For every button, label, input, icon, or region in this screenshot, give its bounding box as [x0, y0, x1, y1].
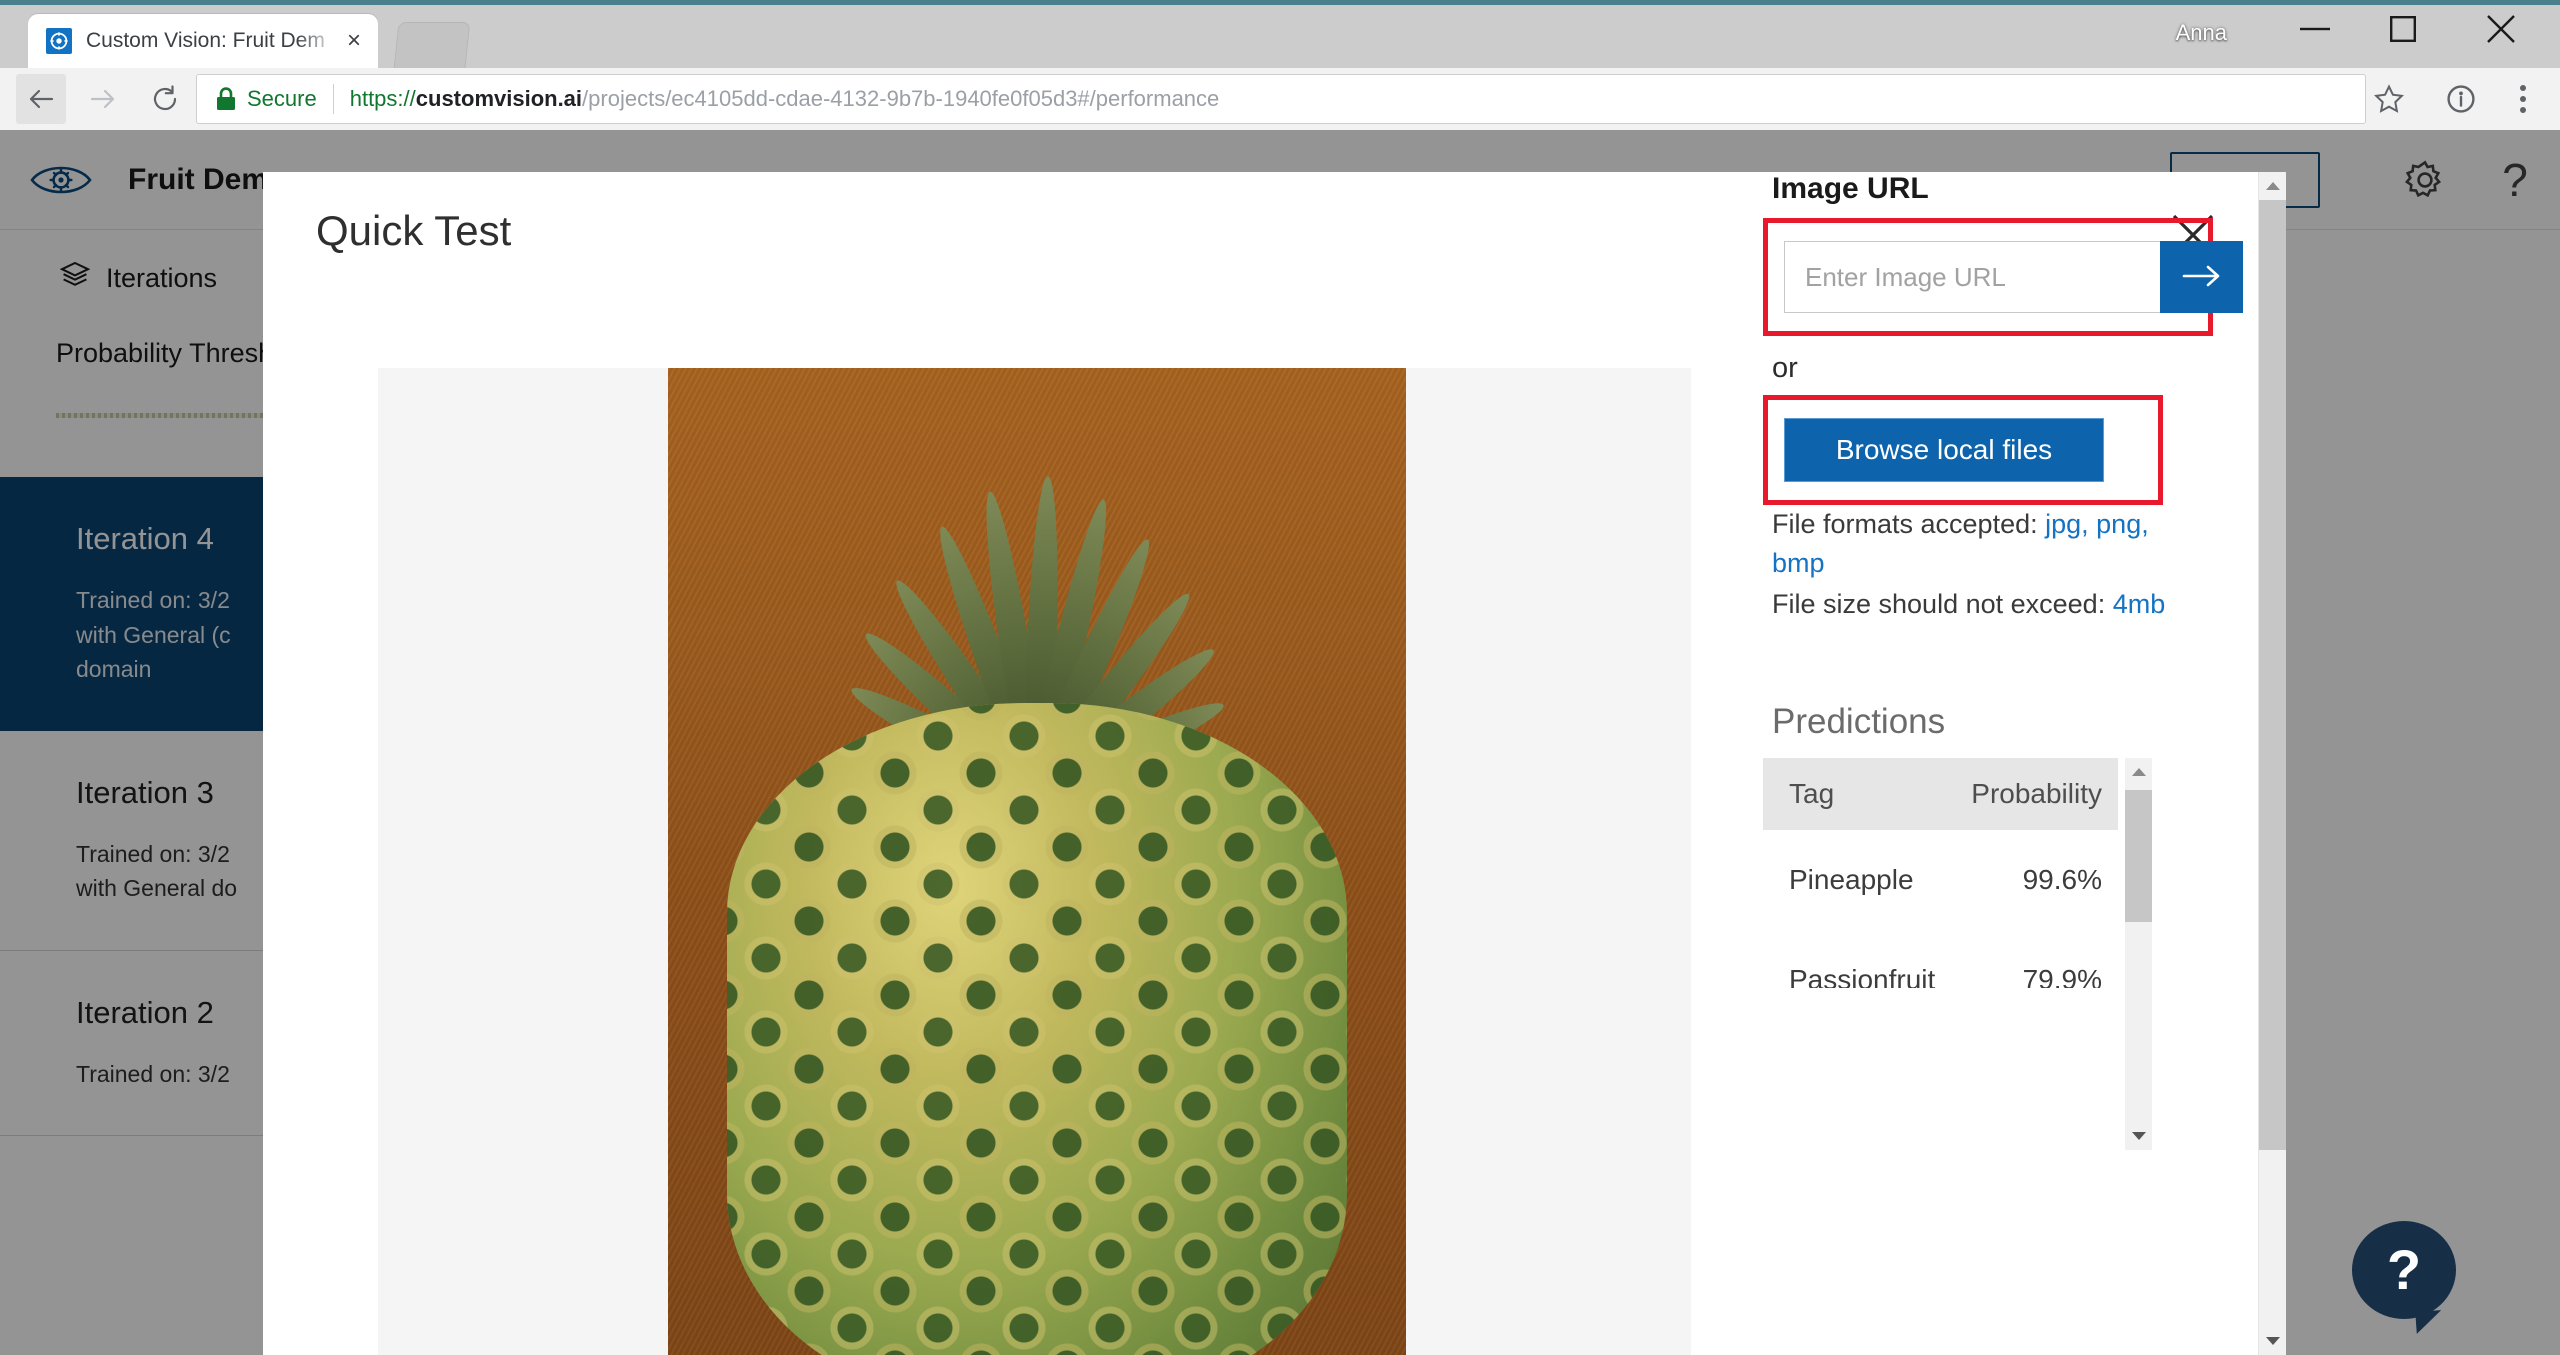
menu-dot — [2520, 96, 2526, 102]
back-arrow-icon[interactable] — [16, 74, 66, 124]
custom-vision-icon — [46, 28, 72, 54]
modal-title: Quick Test — [316, 207, 512, 254]
prediction-probability: 79.9% — [1954, 929, 2118, 988]
browse-local-files-button[interactable]: Browse local files — [1784, 418, 2104, 482]
table-row: Passionfruit 79.9% — [1763, 929, 2118, 988]
predictions-title: Predictions — [1772, 701, 1946, 741]
window-accent-bar — [0, 0, 2560, 5]
url-scheme: https:// — [349, 86, 416, 111]
or-separator-label: or — [1772, 352, 1798, 384]
help-bubble-glyph: ? — [2386, 1238, 2422, 1301]
window-close-button[interactable] — [2462, 0, 2540, 58]
browser-window: Custom Vision: Fruit Dem × Anna Secure h… — [0, 0, 2560, 1355]
prediction-probability: 99.6% — [1954, 829, 2118, 930]
image-url-label: Image URL — [1772, 172, 1929, 205]
url-text: https://customvision.ai/projects/ec4105d… — [350, 86, 1220, 112]
tab-close-icon[interactable]: × — [340, 29, 368, 53]
image-url-input[interactable] — [1784, 241, 2160, 313]
three-dot-menu-icon[interactable] — [2500, 76, 2546, 122]
reload-icon[interactable] — [140, 74, 190, 124]
prediction-tag: Passionfruit — [1763, 929, 1955, 988]
column-header-probability: Probability — [1954, 757, 2118, 830]
security-label: Secure — [247, 86, 317, 111]
image-url-row — [1784, 241, 2243, 313]
pineapple-photo — [668, 368, 1406, 1355]
scroll-down-arrow[interactable] — [2259, 1327, 2286, 1355]
browser-tab[interactable]: Custom Vision: Fruit Dem × — [28, 14, 378, 68]
info-icon[interactable] — [2438, 76, 2484, 122]
file-formats-prefix: File formats accepted: — [1772, 509, 2046, 539]
predictions-table: Tag Probability Pineapple 99.6% Passionf… — [1763, 757, 2118, 988]
address-bar[interactable]: Secure https://customvision.ai/projects/… — [196, 74, 2366, 124]
arrow-right-icon — [2182, 263, 2222, 292]
pineapple-body — [727, 703, 1347, 1355]
table-row: Pineapple 99.6% — [1763, 829, 2118, 930]
modal-scrollbar[interactable] — [2258, 172, 2286, 1355]
predictions-panel: Tag Probability Pineapple 99.6% Passionf… — [1763, 757, 2152, 1150]
file-size-note: File size should not exceed: 4mb — [1772, 585, 2172, 624]
star-icon[interactable] — [2366, 76, 2412, 122]
browser-toolbar: Secure https://customvision.ai/projects/… — [0, 68, 2560, 130]
scroll-up-arrow[interactable] — [2259, 172, 2286, 200]
predictions-scrollbar[interactable] — [2125, 757, 2153, 1150]
file-formats-note: File formats accepted: jpg, png, bmp — [1772, 505, 2172, 583]
predictions-scroll-thumb[interactable] — [2125, 789, 2152, 922]
url-path: /projects/ec4105dd-cdae-4132-9b7b-1940fe… — [582, 86, 1220, 111]
window-minimize-button[interactable] — [2276, 0, 2354, 58]
browse-highlight: Browse local files — [1763, 395, 2163, 505]
forward-arrow-icon[interactable] — [78, 74, 128, 124]
image-preview — [378, 368, 1691, 1355]
tab-title: Custom Vision: Fruit Dem — [86, 29, 325, 52]
predictions-table-clip: Tag Probability Pineapple 99.6% Passionf… — [1763, 757, 2135, 988]
omnibox-divider — [332, 84, 334, 114]
prediction-tag: Pineapple — [1763, 829, 1955, 930]
quick-test-modal: Quick Test Image URL Enter Image URL or … — [263, 172, 2286, 1355]
browser-titlebar: Custom Vision: Fruit Dem × Anna — [0, 0, 2560, 68]
menu-dot — [2520, 85, 2526, 91]
window-user-label: Anna — [2175, 20, 2227, 45]
scroll-down-arrow[interactable] — [2125, 1122, 2153, 1150]
image-url-highlight — [1763, 218, 2243, 336]
url-host: customvision.ai — [415, 86, 583, 111]
scroll-up-arrow[interactable] — [2125, 758, 2153, 786]
window-maximize-button[interactable] — [2364, 0, 2442, 58]
image-url-submit-button[interactable] — [2160, 241, 2243, 313]
modal-scroll-thumb[interactable] — [2259, 200, 2286, 1150]
file-size-value: 4mb — [2112, 588, 2166, 619]
file-size-prefix: File size should not exceed: — [1772, 588, 2113, 619]
table-header-row: Tag Probability — [1763, 757, 2118, 830]
menu-dot — [2520, 107, 2526, 113]
new-tab-button[interactable] — [393, 22, 471, 68]
quick-test-controls: Image URL or Browse local files File for… — [1763, 172, 2243, 1150]
lock-icon — [215, 86, 237, 112]
column-header-tag: Tag — [1763, 757, 1955, 830]
